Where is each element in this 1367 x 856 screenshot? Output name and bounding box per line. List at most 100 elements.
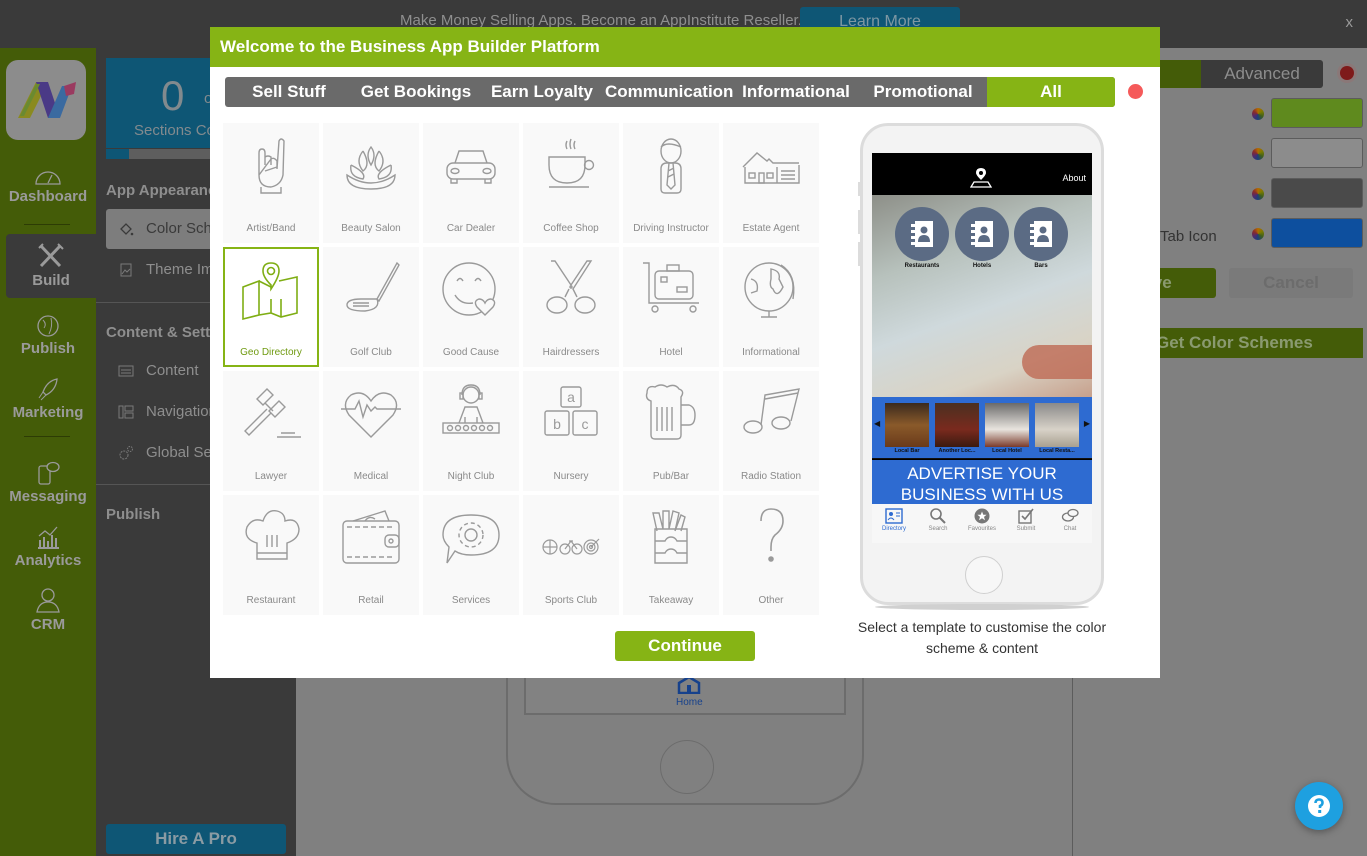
template-restaurant[interactable]: Restaurant (223, 495, 319, 615)
carousel-next-icon: ▶ (1083, 419, 1090, 428)
nav-marketing-label: Marketing (12, 404, 84, 421)
get-color-schemes-button[interactable]: Get Color Schemes (1150, 328, 1363, 358)
template-medical[interactable]: Medical (323, 371, 419, 491)
template-label: Hotel (659, 347, 683, 358)
template-geo-directory[interactable]: Geo Directory (223, 247, 319, 367)
template-takeaway[interactable]: Takeaway (623, 495, 719, 615)
rocket-icon (38, 378, 58, 401)
tab-promotional[interactable]: Promotional (859, 77, 987, 107)
chart-icon (38, 526, 59, 549)
template-label: Takeaway (648, 595, 694, 606)
preview-category-label: Bars (1034, 263, 1048, 269)
template-golf-club[interactable]: Golf Club (323, 247, 419, 367)
nav-build-label: Build (32, 272, 70, 289)
paint-bucket-icon (120, 223, 134, 236)
phone-chat-icon (38, 461, 60, 485)
preview-phone-home-button (965, 556, 1003, 594)
close-promo-button[interactable]: x (1346, 14, 1354, 31)
color-wheel-icon[interactable] (1252, 148, 1264, 160)
chef-hat-icon (245, 510, 300, 560)
directory-icon (885, 508, 903, 524)
color-swatch-4[interactable] (1271, 218, 1363, 248)
template-label: Informational (742, 347, 800, 358)
template-car-dealer[interactable]: Car Dealer (423, 123, 519, 243)
nav-marketing[interactable]: Marketing (0, 376, 96, 421)
panel-item-content-label: Content (146, 362, 199, 379)
section-heading-app-appearance: App Appearance (106, 182, 225, 199)
template-label: Artist/Band (246, 223, 296, 234)
search-icon (930, 508, 946, 524)
template-hairdressers[interactable]: Hairdressers (523, 247, 619, 367)
nav-analytics-label: Analytics (14, 552, 82, 569)
color-wheel-icon[interactable] (1252, 108, 1264, 120)
smiley-heart-icon (442, 262, 496, 316)
preview-advert-banner: ADVERTISE YOUR BUSINESS WITH US (872, 460, 1092, 504)
modal-title: Welcome to the Business App Builder Plat… (210, 27, 1160, 67)
background-phone-home-button (660, 740, 714, 794)
template-nursery[interactable]: ab c Nursery (523, 371, 619, 491)
carousel-thumb (885, 403, 929, 447)
app-logo[interactable] (6, 60, 86, 140)
template-night-club[interactable]: Night Club (423, 371, 519, 491)
template-hotel[interactable]: Hotel (623, 247, 719, 367)
nav-messaging[interactable]: Messaging (0, 460, 96, 505)
template-other[interactable]: Other (723, 495, 819, 615)
template-estate-agent[interactable]: Estate Agent (723, 123, 819, 243)
template-sports-club[interactable]: Sports Club (523, 495, 619, 615)
tab-communication[interactable]: Communication (605, 77, 733, 107)
cancel-button[interactable]: Cancel (1229, 268, 1353, 298)
template-driving-instructor[interactable]: Driving Instructor (623, 123, 719, 243)
tab-sell-stuff[interactable]: Sell Stuff (225, 77, 353, 107)
template-informational[interactable]: Informational (723, 247, 819, 367)
tab-advanced[interactable]: Advanced (1201, 60, 1323, 88)
nav-build[interactable]: Build (6, 234, 96, 298)
preview-about-link: About (1062, 173, 1086, 183)
preview-category-bars (1014, 207, 1068, 261)
tab-basic[interactable] (1153, 60, 1201, 88)
category-tabs: Sell Stuff Get Bookings Earn Loyalty Com… (225, 77, 1115, 107)
preview-tab-favourites: Favourites (960, 504, 1004, 543)
svg-text:b: b (553, 416, 561, 432)
color-swatch-2[interactable] (1271, 138, 1363, 168)
template-label: Retail (358, 595, 384, 606)
tab-get-bookings[interactable]: Get Bookings (353, 77, 479, 107)
template-artist-band[interactable]: Artist/Band (223, 123, 319, 243)
carousel-thumb (985, 403, 1029, 447)
hire-a-pro-button[interactable]: Hire A Pro (106, 824, 286, 854)
template-radio-station[interactable]: Radio Station (723, 371, 819, 491)
help-button[interactable] (1295, 782, 1343, 830)
template-lawyer[interactable]: Lawyer (223, 371, 319, 491)
scissors-icon (546, 260, 596, 314)
template-good-cause[interactable]: Good Cause (423, 247, 519, 367)
color-swatch-1[interactable] (1271, 98, 1363, 128)
template-beauty-salon[interactable]: Beauty Salon (323, 123, 419, 243)
preview-screen: About Restaurants Hotels Bars ◀ ▶ Local … (872, 153, 1092, 543)
tab-all[interactable]: All (987, 77, 1115, 107)
template-pub-bar[interactable]: Pub/Bar (623, 371, 719, 491)
carousel-label: Local Hotel (992, 448, 1022, 454)
tab-informational[interactable]: Informational (733, 77, 859, 107)
template-label: Nursery (553, 471, 589, 482)
color-wheel-icon[interactable] (1252, 188, 1264, 200)
color-swatch-3[interactable] (1271, 178, 1363, 208)
template-coffee-shop[interactable]: Coffee Shop (523, 123, 619, 243)
template-services[interactable]: Services (423, 495, 519, 615)
carousel-label: Local Bar (894, 448, 920, 454)
tab-earn-loyalty[interactable]: Earn Loyalty (479, 77, 605, 107)
nav-dashboard[interactable]: Dashboard (0, 164, 96, 205)
color-wheel-icon[interactable] (1252, 228, 1264, 240)
close-panel-dot[interactable] (1340, 66, 1354, 80)
sections-progress-fill (106, 149, 129, 159)
template-retail[interactable]: Retail (323, 495, 419, 615)
carousel-thumb (935, 403, 979, 447)
preview-tab-label: Directory (881, 526, 906, 532)
abc-blocks-icon: ab c (544, 386, 598, 436)
nav-publish[interactable]: Publish (0, 314, 96, 357)
continue-button[interactable]: Continue (615, 631, 755, 661)
chat-icon (1061, 508, 1079, 522)
template-label: Good Cause (442, 347, 500, 358)
nav-analytics[interactable]: Analytics (0, 524, 96, 569)
template-label: Other (758, 595, 784, 606)
modal-close-button[interactable] (1128, 84, 1143, 99)
nav-crm[interactable]: CRM (0, 586, 96, 633)
